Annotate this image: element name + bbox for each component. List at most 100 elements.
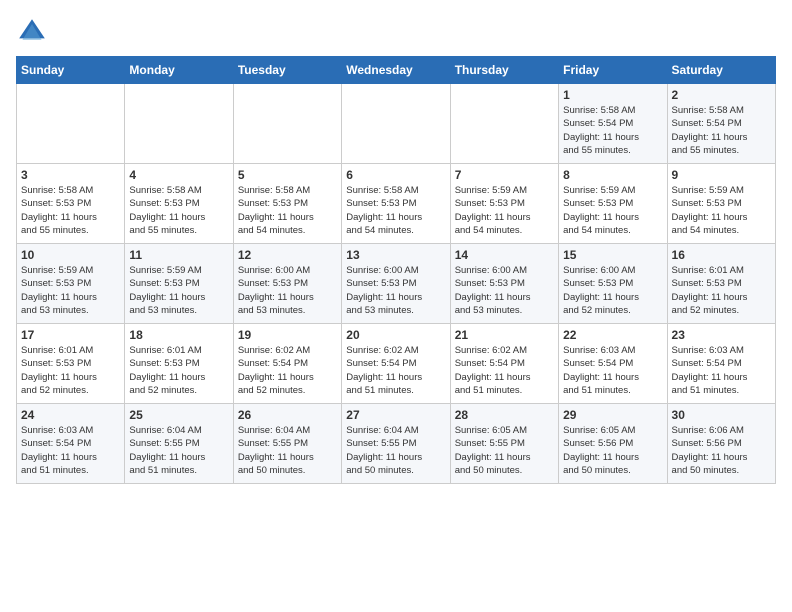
day-number: 29 — [563, 408, 662, 422]
day-info: Sunrise: 6:04 AM Sunset: 5:55 PM Dayligh… — [238, 424, 337, 477]
calendar-cell: 18 Sunrise: 6:01 AM Sunset: 5:53 PM Dayli… — [125, 324, 233, 404]
weekday-header: Monday — [125, 57, 233, 84]
calendar-cell: 28 Sunrise: 6:05 AM Sunset: 5:55 PM Dayli… — [450, 404, 558, 484]
day-info: Sunrise: 5:59 AM Sunset: 5:53 PM Dayligh… — [21, 264, 120, 317]
day-info: Sunrise: 6:03 AM Sunset: 5:54 PM Dayligh… — [563, 344, 662, 397]
day-number: 28 — [455, 408, 554, 422]
day-info: Sunrise: 5:58 AM Sunset: 5:54 PM Dayligh… — [563, 104, 662, 157]
calendar-cell: 14Sunrise: 6:00 AM Sunset: 5:53 PM Dayli… — [450, 244, 558, 324]
calendar-week-row: 24Sunrise: 6:03 AM Sunset: 5:54 PM Dayli… — [17, 404, 776, 484]
day-number: 6 — [346, 168, 445, 182]
day-info: Sunrise: 6:05 AM Sunset: 5:55 PM Dayligh… — [455, 424, 554, 477]
calendar-cell: 11 Sunrise: 5:59 AM Sunset: 5:53 PM Dayli… — [125, 244, 233, 324]
calendar-cell: 4Sunrise: 5:58 AM Sunset: 5:53 PM Daylig… — [125, 164, 233, 244]
day-info: Sunrise: 5:58 AM Sunset: 5:53 PM Dayligh… — [238, 184, 337, 237]
page-header — [16, 16, 776, 48]
weekday-header: Sunday — [17, 57, 125, 84]
calendar-cell: 17 Sunrise: 6:01 AM Sunset: 5:53 PM Dayli… — [17, 324, 125, 404]
calendar-cell: 7 Sunrise: 5:59 AM Sunset: 5:53 PM Daylig… — [450, 164, 558, 244]
day-info: Sunrise: 5:58 AM Sunset: 5:53 PM Dayligh… — [129, 184, 228, 237]
calendar-cell: 20 Sunrise: 6:02 AM Sunset: 5:54 PM Dayli… — [342, 324, 450, 404]
calendar-cell — [450, 84, 558, 164]
day-number: 25 — [129, 408, 228, 422]
day-number: 11 — [129, 248, 228, 262]
day-info: Sunrise: 5:58 AM Sunset: 5:53 PM Dayligh… — [21, 184, 120, 237]
day-info: Sunrise: 6:00 AM Sunset: 5:53 PM Dayligh… — [455, 264, 554, 317]
day-number: 16 — [672, 248, 771, 262]
day-info: Sunrise: 5:59 AM Sunset: 5:53 PM Dayligh… — [455, 184, 554, 237]
calendar-cell: 6 Sunrise: 5:58 AM Sunset: 5:53 PM Daylig… — [342, 164, 450, 244]
day-info: Sunrise: 6:00 AM Sunset: 5:53 PM Dayligh… — [346, 264, 445, 317]
logo — [16, 16, 52, 48]
day-number: 1 — [563, 88, 662, 102]
day-info: Sunrise: 6:00 AM Sunset: 5:53 PM Dayligh… — [238, 264, 337, 317]
calendar-week-row: 3 Sunrise: 5:58 AM Sunset: 5:53 PM Daylig… — [17, 164, 776, 244]
calendar-cell: 12 Sunrise: 6:00 AM Sunset: 5:53 PM Dayli… — [233, 244, 341, 324]
day-number: 7 — [455, 168, 554, 182]
calendar-cell: 29 Sunrise: 6:05 AM Sunset: 5:56 PM Dayli… — [559, 404, 667, 484]
day-number: 24 — [21, 408, 120, 422]
weekday-header: Saturday — [667, 57, 775, 84]
day-number: 26 — [238, 408, 337, 422]
day-number: 22 — [563, 328, 662, 342]
day-info: Sunrise: 6:05 AM Sunset: 5:56 PM Dayligh… — [563, 424, 662, 477]
calendar-cell: 5 Sunrise: 5:58 AM Sunset: 5:53 PM Daylig… — [233, 164, 341, 244]
calendar-cell: 26 Sunrise: 6:04 AM Sunset: 5:55 PM Dayli… — [233, 404, 341, 484]
calendar-week-row: 1 Sunrise: 5:58 AM Sunset: 5:54 PM Daylig… — [17, 84, 776, 164]
calendar-cell: 21 Sunrise: 6:02 AM Sunset: 5:54 PM Dayli… — [450, 324, 558, 404]
calendar-cell: 2 Sunrise: 5:58 AM Sunset: 5:54 PM Daylig… — [667, 84, 775, 164]
calendar-cell — [17, 84, 125, 164]
calendar-cell: 27Sunrise: 6:04 AM Sunset: 5:55 PM Dayli… — [342, 404, 450, 484]
day-info: Sunrise: 6:01 AM Sunset: 5:53 PM Dayligh… — [672, 264, 771, 317]
day-number: 21 — [455, 328, 554, 342]
calendar-cell: 3 Sunrise: 5:58 AM Sunset: 5:53 PM Daylig… — [17, 164, 125, 244]
calendar-cell: 1 Sunrise: 5:58 AM Sunset: 5:54 PM Daylig… — [559, 84, 667, 164]
calendar-cell: 16 Sunrise: 6:01 AM Sunset: 5:53 PM Dayli… — [667, 244, 775, 324]
day-info: Sunrise: 5:58 AM Sunset: 5:54 PM Dayligh… — [672, 104, 771, 157]
day-info: Sunrise: 6:02 AM Sunset: 5:54 PM Dayligh… — [346, 344, 445, 397]
day-number: 20 — [346, 328, 445, 342]
day-number: 2 — [672, 88, 771, 102]
day-number: 30 — [672, 408, 771, 422]
day-info: Sunrise: 6:01 AM Sunset: 5:53 PM Dayligh… — [21, 344, 120, 397]
calendar-cell: 23 Sunrise: 6:03 AM Sunset: 5:54 PM Dayli… — [667, 324, 775, 404]
day-info: Sunrise: 6:06 AM Sunset: 5:56 PM Dayligh… — [672, 424, 771, 477]
day-number: 12 — [238, 248, 337, 262]
day-info: Sunrise: 6:01 AM Sunset: 5:53 PM Dayligh… — [129, 344, 228, 397]
calendar-cell: 19Sunrise: 6:02 AM Sunset: 5:54 PM Dayli… — [233, 324, 341, 404]
calendar-cell: 8Sunrise: 5:59 AM Sunset: 5:53 PM Daylig… — [559, 164, 667, 244]
calendar-week-row: 17 Sunrise: 6:01 AM Sunset: 5:53 PM Dayli… — [17, 324, 776, 404]
day-info: Sunrise: 5:58 AM Sunset: 5:53 PM Dayligh… — [346, 184, 445, 237]
calendar-cell: 30 Sunrise: 6:06 AM Sunset: 5:56 PM Dayli… — [667, 404, 775, 484]
day-number: 3 — [21, 168, 120, 182]
day-number: 19 — [238, 328, 337, 342]
weekday-header: Tuesday — [233, 57, 341, 84]
day-number: 18 — [129, 328, 228, 342]
day-number: 27 — [346, 408, 445, 422]
calendar-cell: 25 Sunrise: 6:04 AM Sunset: 5:55 PM Dayli… — [125, 404, 233, 484]
day-info: Sunrise: 5:59 AM Sunset: 5:53 PM Dayligh… — [563, 184, 662, 237]
calendar-cell: 15Sunrise: 6:00 AM Sunset: 5:53 PM Dayli… — [559, 244, 667, 324]
calendar-cell — [342, 84, 450, 164]
day-number: 17 — [21, 328, 120, 342]
calendar-cell — [233, 84, 341, 164]
day-number: 5 — [238, 168, 337, 182]
weekday-header: Friday — [559, 57, 667, 84]
calendar-week-row: 10 Sunrise: 5:59 AM Sunset: 5:53 PM Dayli… — [17, 244, 776, 324]
calendar-cell — [125, 84, 233, 164]
day-number: 10 — [21, 248, 120, 262]
day-info: Sunrise: 6:04 AM Sunset: 5:55 PM Dayligh… — [129, 424, 228, 477]
day-info: Sunrise: 6:02 AM Sunset: 5:54 PM Dayligh… — [455, 344, 554, 397]
weekday-header: Thursday — [450, 57, 558, 84]
calendar-cell: 24Sunrise: 6:03 AM Sunset: 5:54 PM Dayli… — [17, 404, 125, 484]
calendar-cell: 10 Sunrise: 5:59 AM Sunset: 5:53 PM Dayli… — [17, 244, 125, 324]
calendar-cell: 22 Sunrise: 6:03 AM Sunset: 5:54 PM Dayli… — [559, 324, 667, 404]
day-number: 15 — [563, 248, 662, 262]
day-number: 9 — [672, 168, 771, 182]
day-number: 23 — [672, 328, 771, 342]
weekday-header: Wednesday — [342, 57, 450, 84]
logo-icon — [16, 16, 48, 48]
day-info: Sunrise: 5:59 AM Sunset: 5:53 PM Dayligh… — [129, 264, 228, 317]
day-info: Sunrise: 6:03 AM Sunset: 5:54 PM Dayligh… — [672, 344, 771, 397]
calendar-table: SundayMondayTuesdayWednesdayThursdayFrid… — [16, 56, 776, 484]
